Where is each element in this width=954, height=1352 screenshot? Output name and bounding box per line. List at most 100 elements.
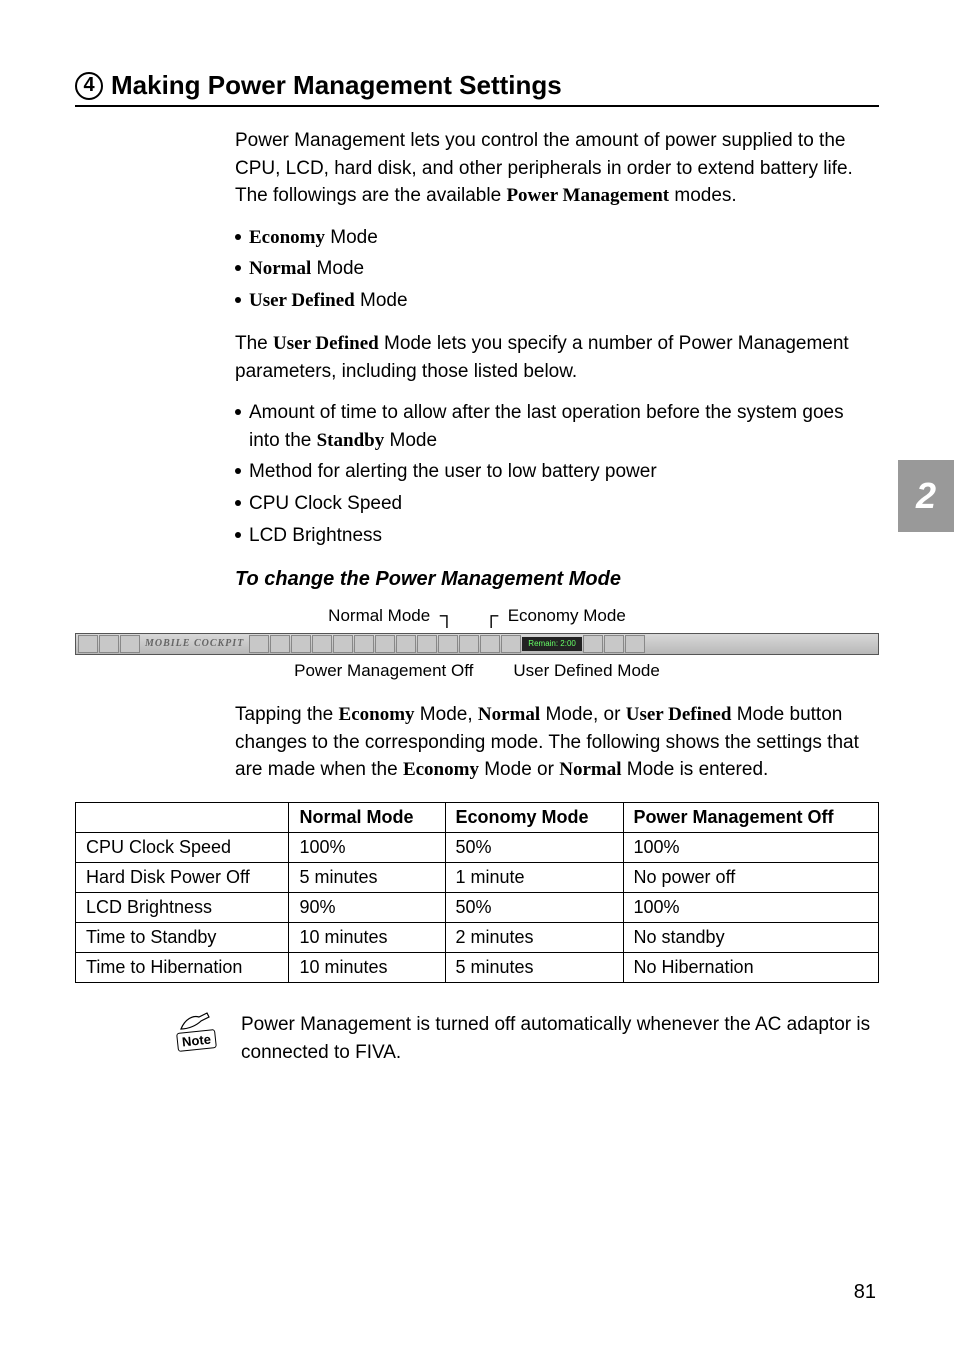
- intro-bold: Power Management: [506, 185, 669, 206]
- mode-suffix: Mode: [325, 227, 378, 248]
- text-bold: Economy: [339, 704, 415, 725]
- text: Mode is entered.: [621, 759, 768, 780]
- table-header: Normal Mode: [289, 803, 445, 833]
- note-block: Note Power Management is turned off auto…: [165, 1011, 879, 1066]
- table-header: Economy Mode: [445, 803, 623, 833]
- list-item: Amount of time to allow after the last o…: [235, 399, 879, 454]
- table-cell: 100%: [289, 833, 445, 863]
- modes-list: Economy Mode Normal Mode User Defined Mo…: [235, 224, 879, 315]
- chapter-tab: 2: [898, 460, 954, 532]
- normal-mode-button[interactable]: [270, 635, 290, 653]
- table-cell: 90%: [289, 893, 445, 923]
- text: LCD Brightness: [249, 522, 382, 550]
- economy-mode-button[interactable]: [291, 635, 311, 653]
- section-number-circle: 4: [75, 72, 103, 100]
- table-cell: 1 minute: [445, 863, 623, 893]
- list-item: Economy Mode: [235, 224, 879, 252]
- table-cell: No power off: [623, 863, 878, 893]
- section-heading: 4 Making Power Management Settings: [75, 70, 879, 107]
- toolbar-icon[interactable]: [501, 635, 521, 653]
- toolbar-brand: MOBILE COCKPIT: [141, 637, 248, 652]
- text-bold: Economy: [403, 759, 479, 780]
- note-label: Note: [176, 1029, 217, 1052]
- table-cell: Hard Disk Power Off: [76, 863, 289, 893]
- toolbar-icon[interactable]: [99, 635, 119, 653]
- table-row: Hard Disk Power Off 5 minutes 1 minute N…: [76, 863, 879, 893]
- table-header: [76, 803, 289, 833]
- subheading-change-mode: To change the Power Management Mode: [235, 565, 879, 594]
- table-header-row: Normal Mode Economy Mode Power Managemen…: [76, 803, 879, 833]
- toolbar-icon[interactable]: [396, 635, 416, 653]
- text: Tapping the: [235, 704, 339, 725]
- intro-post: modes.: [669, 185, 737, 206]
- toolbar-icon[interactable]: [459, 635, 479, 653]
- pm-off-button[interactable]: [249, 635, 269, 653]
- hand-writing-icon: [179, 1011, 213, 1031]
- table-cell: 50%: [445, 893, 623, 923]
- text: Method for alerting the user to low batt…: [249, 458, 657, 486]
- table-cell: 5 minutes: [445, 953, 623, 983]
- toolbar-icon[interactable]: [583, 635, 603, 653]
- table-cell: No standby: [623, 923, 878, 953]
- table-header: Power Management Off: [623, 803, 878, 833]
- table-cell: 50%: [445, 833, 623, 863]
- label-pm-off: Power Management Off: [294, 659, 473, 684]
- toolbar-icon[interactable]: [354, 635, 374, 653]
- list-item: User Defined Mode: [235, 287, 879, 315]
- tap-paragraph: Tapping the Economy Mode, Normal Mode, o…: [235, 701, 879, 784]
- toolbar-icon[interactable]: [480, 635, 500, 653]
- table-cell: 10 minutes: [289, 923, 445, 953]
- label-normal-mode: Normal Mode ┐: [328, 604, 454, 629]
- table-cell: 5 minutes: [289, 863, 445, 893]
- list-item: CPU Clock Speed: [235, 490, 879, 518]
- text: CPU Clock Speed: [249, 490, 402, 518]
- toolbar-icon[interactable]: [417, 635, 437, 653]
- toolbar-icon[interactable]: [333, 635, 353, 653]
- table-cell: 2 minutes: [445, 923, 623, 953]
- toolbar-icon[interactable]: [120, 635, 140, 653]
- table-cell: Time to Standby: [76, 923, 289, 953]
- text: The: [235, 333, 273, 354]
- table-cell: No Hibernation: [623, 953, 878, 983]
- table-row: Time to Hibernation 10 minutes 5 minutes…: [76, 953, 879, 983]
- intro-paragraph: Power Management lets you control the am…: [235, 127, 879, 210]
- table-row: LCD Brightness 90% 50% 100%: [76, 893, 879, 923]
- help-icon[interactable]: [625, 635, 645, 653]
- table-cell: CPU Clock Speed: [76, 833, 289, 863]
- toolbar-icon[interactable]: [438, 635, 458, 653]
- list-item: LCD Brightness: [235, 522, 879, 550]
- label-economy-mode: ┌ Economy Mode: [484, 604, 626, 629]
- note-icon: Note: [165, 1011, 227, 1050]
- table-row: CPU Clock Speed 100% 50% 100%: [76, 833, 879, 863]
- text-bold: Normal: [478, 704, 540, 725]
- table-cell: 10 minutes: [289, 953, 445, 983]
- toolbar-diagram: Normal Mode ┐ ┌ Economy Mode MOBILE COCK…: [75, 604, 879, 683]
- mode-settings-table: Normal Mode Economy Mode Power Managemen…: [75, 802, 879, 983]
- toolbar-icon[interactable]: [375, 635, 395, 653]
- page-number: 81: [854, 1281, 876, 1304]
- mode-suffix: Mode: [355, 290, 408, 311]
- toolbar-icon[interactable]: [604, 635, 624, 653]
- user-defined-mode-button[interactable]: [312, 635, 332, 653]
- table-row: Time to Standby 10 minutes 2 minutes No …: [76, 923, 879, 953]
- mode-suffix: Mode: [311, 258, 364, 279]
- mode-name: Normal: [249, 258, 311, 279]
- text: Mode: [384, 430, 437, 451]
- battery-remain-display: Remain: 2:00: [522, 637, 582, 651]
- section-title: Making Power Management Settings: [111, 70, 562, 101]
- table-cell: 100%: [623, 833, 878, 863]
- mode-name: User Defined: [249, 290, 355, 311]
- mode-name: Economy: [249, 227, 325, 248]
- table-cell: 100%: [623, 893, 878, 923]
- text: Mode, or: [540, 704, 626, 725]
- text: Mode or: [479, 759, 559, 780]
- userdefined-intro: The User Defined Mode lets you specify a…: [235, 330, 879, 385]
- list-item: Normal Mode: [235, 255, 879, 283]
- userdefined-list: Amount of time to allow after the last o…: [235, 399, 879, 549]
- text: Mode,: [415, 704, 478, 725]
- note-text: Power Management is turned off automatic…: [241, 1011, 879, 1066]
- text-bold: User Defined: [273, 333, 379, 354]
- table-cell: LCD Brightness: [76, 893, 289, 923]
- text-bold: Standby: [317, 430, 385, 451]
- toolbar-icon[interactable]: [78, 635, 98, 653]
